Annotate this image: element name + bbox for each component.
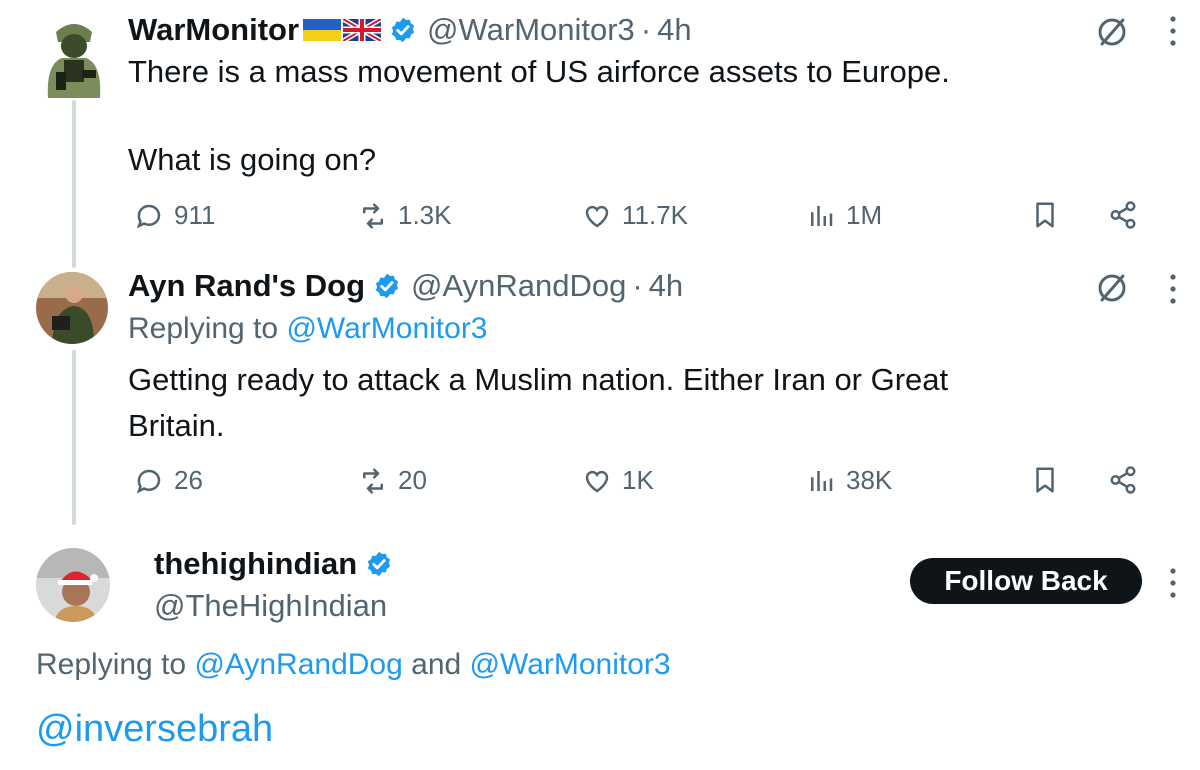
tweet1-display-name[interactable]: WarMonitor: [128, 12, 299, 48]
tweet3-replying-to: Replying to @AynRandDog and @WarMonitor3: [36, 648, 671, 682]
bookmark-icon: [1036, 467, 1054, 493]
grok-icon[interactable]: [1094, 270, 1130, 306]
avatar-aynranddog[interactable]: [36, 272, 108, 344]
bookmark-button[interactable]: [1030, 465, 1070, 495]
reply-button[interactable]: 911: [134, 200, 215, 231]
tweet1-text-line2: What is going on?: [128, 142, 377, 177]
thread-connector-1: [72, 100, 76, 268]
flag-uk-icon: [343, 19, 382, 41]
tweet1-time[interactable]: 4h: [657, 12, 691, 48]
avatar-warmonitor[interactable]: [38, 12, 110, 98]
tweet1-actions: 911 1.3K 11.7K 1M: [0, 200, 1200, 240]
tweet1-text-line1: There is a mass movement of US airforce …: [128, 54, 950, 89]
reply-count: 911: [174, 200, 216, 230]
tweet2-handle[interactable]: @AynRandDog: [411, 268, 626, 304]
like-count: 1K: [622, 465, 654, 495]
like-icon: [585, 470, 609, 492]
tweet3-body-mention[interactable]: @inversebrah: [36, 708, 273, 751]
tweet1-handle[interactable]: @WarMonitor3: [427, 12, 635, 48]
tweet2-header: Ayn Rand's Dog @AynRandDog · 4h: [128, 266, 683, 306]
replying-and: and: [402, 648, 470, 681]
tweet3-handle[interactable]: @TheHighIndian: [154, 588, 387, 624]
grok-icon[interactable]: [1094, 14, 1130, 50]
replying-prefix: Replying to: [128, 312, 287, 345]
replying-handle-link-2[interactable]: @WarMonitor3: [470, 648, 671, 681]
flag-ukraine-icon: [303, 19, 342, 41]
tweet2-time[interactable]: 4h: [649, 268, 683, 304]
repost-count: 20: [398, 465, 427, 495]
repost-button[interactable]: 20: [358, 465, 427, 496]
like-count: 11.7K: [622, 200, 689, 230]
tweet2-actions: 26 20 1K 38K: [0, 465, 1200, 505]
tweet3-display-name[interactable]: thehighindian: [154, 546, 357, 582]
reply-count: 26: [174, 465, 203, 495]
reply-button[interactable]: 26: [134, 465, 203, 496]
tweet3-header: thehighindian: [154, 544, 393, 584]
tweet2-replying-to: Replying to @WarMonitor3: [128, 312, 488, 346]
bookmark-button[interactable]: [1030, 200, 1070, 230]
follow-back-button[interactable]: Follow Back: [910, 558, 1142, 604]
repost-count: 1.3K: [398, 200, 452, 230]
share-button[interactable]: [1108, 465, 1148, 495]
share-icon: [1110, 466, 1136, 494]
repost-icon: [363, 468, 383, 493]
more-icon[interactable]: [1166, 566, 1180, 600]
views-icon: [811, 205, 833, 226]
views-count: 38K: [846, 465, 893, 495]
tweet1-header: WarMonitor @WarMonitor3 · 4h: [128, 10, 692, 50]
tweet2-display-name[interactable]: Ayn Rand's Dog: [128, 268, 365, 304]
like-button[interactable]: 11.7K: [582, 200, 688, 231]
repost-icon: [363, 203, 383, 228]
bookmark-icon: [1036, 202, 1054, 228]
like-icon: [585, 205, 609, 227]
tweet2-text-line2: Britain.: [128, 408, 225, 443]
tweet1-separator: ·: [640, 12, 652, 47]
reply-icon: [136, 204, 161, 228]
tweet2-separator: ·: [632, 268, 643, 303]
verified-icon: [375, 273, 399, 299]
views-count: 1M: [846, 200, 883, 230]
more-icon[interactable]: [1166, 272, 1180, 306]
replying-handle-link[interactable]: @WarMonitor3: [286, 312, 487, 345]
replying-prefix: Replying to: [36, 648, 195, 681]
verified-icon: [391, 17, 415, 43]
verified-icon: [368, 551, 391, 577]
repost-button[interactable]: 1.3K: [358, 200, 452, 231]
share-icon: [1110, 201, 1136, 229]
share-button[interactable]: [1108, 200, 1148, 230]
more-icon[interactable]: [1166, 14, 1180, 48]
views-button[interactable]: 1M: [806, 200, 882, 231]
views-icon: [811, 470, 833, 491]
avatar-thehighindian[interactable]: [36, 548, 110, 622]
reply-icon: [136, 469, 161, 493]
replying-handle-link-1[interactable]: @AynRandDog: [194, 648, 402, 681]
views-button[interactable]: 38K: [806, 465, 892, 496]
tweet2-text-line1: Getting ready to attack a Muslim nation.…: [128, 362, 949, 397]
like-button[interactable]: 1K: [582, 465, 654, 496]
